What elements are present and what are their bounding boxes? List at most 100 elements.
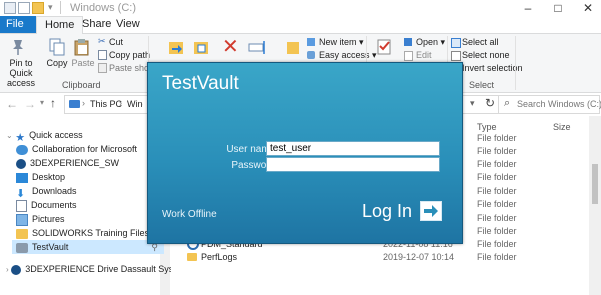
tab-file[interactable]: File [0, 16, 38, 33]
file-date: 2019-12-07 10:14 [383, 252, 455, 262]
nav-label: Documents [31, 200, 77, 210]
copy-to-icon[interactable] [193, 38, 209, 56]
delete-icon[interactable]: ✕ [222, 37, 239, 57]
easy-access-button[interactable]: Easy access ▾ [319, 50, 377, 60]
paste-shortcut-icon [98, 63, 107, 73]
invert-selection-button[interactable]: Invert selection [462, 63, 523, 73]
select-all-button[interactable]: Select all [462, 37, 499, 47]
nav-label: Collaboration for Microsoft [32, 144, 138, 154]
chevron-down-icon[interactable]: ▾ [470, 98, 475, 109]
minimize-button[interactable]: – [516, 0, 540, 16]
column-header-size[interactable]: Size [553, 122, 571, 132]
password-input[interactable] [266, 157, 440, 172]
login-label: Log In [362, 201, 413, 221]
cut-icon: ✂ [98, 36, 106, 46]
rename-icon[interactable] [248, 38, 268, 56]
nav-label: Desktop [32, 172, 66, 182]
nav-item-3dexperience-sw[interactable]: 3DEXPERIENCE_SW [16, 156, 119, 170]
type-cell: File folder [477, 133, 517, 143]
file-name[interactable]: PerfLogs [201, 252, 237, 262]
username-input[interactable]: test_user [266, 141, 440, 156]
select-group-label: Select [469, 80, 495, 90]
copy-button[interactable]: Copy [44, 58, 70, 68]
chevron-right-icon: › [82, 98, 85, 108]
divider [515, 36, 516, 90]
column-header-type[interactable]: Type [477, 122, 497, 132]
close-button[interactable]: ✕ [576, 0, 600, 16]
maximize-button[interactable]: □ [546, 0, 570, 16]
type-cell: File folder [477, 159, 517, 169]
nav-label: Downloads [32, 186, 77, 196]
ribbon-tabs: File Home Share View [0, 16, 601, 34]
chevron-down-icon[interactable]: ▾ [40, 98, 44, 107]
paste-button[interactable]: Paste [70, 58, 96, 68]
breadcrumb-this-pc[interactable]: This PC [90, 99, 122, 109]
paste-shortcut-button[interactable]: Paste shortcut [109, 63, 147, 73]
navigation-pane: ⌄ ★ Quick access Collaboration for Micros… [0, 116, 198, 295]
nav-label: Pictures [32, 214, 65, 224]
edit-button[interactable]: Edit [416, 50, 432, 60]
download-icon: ⬇ [16, 187, 26, 200]
properties-icon[interactable] [376, 38, 392, 56]
chevron-down-icon[interactable]: ⌄ [6, 131, 13, 140]
work-offline-link[interactable]: Work Offline [162, 209, 217, 220]
picture-icon [16, 213, 28, 226]
new-folder-icon[interactable] [32, 2, 44, 14]
pin-icon [8, 38, 28, 56]
nav-item-solidworks-training[interactable]: SOLIDWORKS Training Files [16, 226, 149, 240]
nav-item-3dexperience-drive[interactable]: › 3DEXPERIENCE Drive Dassault Systèmes [6, 262, 198, 276]
back-icon[interactable]: ← [6, 97, 18, 111]
open-button[interactable]: Open ▾ [416, 37, 445, 47]
paste-icon [73, 38, 91, 56]
nav-item-testvault[interactable]: TestVault ⚲ [12, 240, 164, 254]
vault-icon [16, 242, 28, 253]
refresh-icon[interactable]: ↻ [485, 96, 495, 110]
properties-icon[interactable] [18, 2, 30, 14]
tab-view[interactable]: View [108, 16, 148, 33]
copy-icon [48, 38, 66, 56]
type-cell: File folder [477, 213, 517, 223]
select-none-button[interactable]: Select none [462, 50, 510, 60]
nav-label: SOLIDWORKS Training Files [32, 228, 150, 238]
copy-path-button[interactable]: Copy path [109, 50, 150, 60]
open-icon [404, 38, 412, 46]
this-pc-icon [69, 100, 80, 108]
clipboard-group-label: Clipboard [62, 80, 101, 90]
breadcrumb-windows[interactable]: Windows (C:) [127, 99, 143, 109]
folder-icon [187, 253, 197, 261]
divider [60, 1, 61, 14]
nav-item-collaboration[interactable]: Collaboration for Microsoft [16, 142, 137, 156]
type-cell: File folder [477, 239, 517, 249]
vertical-scrollbar[interactable] [589, 116, 601, 295]
edit-icon [404, 51, 413, 61]
nav-item-quick-access[interactable]: ⌄ ★ Quick access [6, 128, 83, 144]
pin-to-quick-access-button[interactable]: Pin to Quick access [0, 58, 42, 88]
search-input[interactable]: ⌕ Search Windows (C:) [498, 95, 601, 114]
new-item-button[interactable]: New item ▾ [319, 37, 364, 47]
forward-icon[interactable]: → [24, 97, 36, 111]
new-folder-icon[interactable] [286, 38, 300, 56]
login-button[interactable]: Log In [362, 199, 458, 225]
title-bar: ▾ Windows (C:) – □ ✕ [0, 0, 601, 16]
move-to-icon[interactable] [168, 38, 184, 56]
nav-item-pictures[interactable]: Pictures [16, 212, 65, 226]
folder-icon [4, 2, 16, 14]
cloud-icon [16, 144, 28, 155]
folder-icon [16, 228, 28, 239]
nav-item-downloads[interactable]: ⬇ Downloads [16, 184, 77, 200]
nav-label: Quick access [29, 130, 83, 140]
search-icon: ⌕ [504, 97, 511, 109]
desktop-icon [16, 172, 28, 183]
up-icon[interactable]: ↑ [50, 96, 56, 110]
search-placeholder: Search Windows (C:) [517, 99, 601, 109]
dialog-title: TestVault [162, 73, 239, 94]
cut-button[interactable]: Cut [109, 37, 123, 47]
window-title: Windows (C:) [70, 2, 137, 14]
login-dialog: TestVault User name: test_user Password:… [147, 62, 463, 244]
nav-item-desktop[interactable]: Desktop [16, 170, 65, 184]
nav-item-documents[interactable]: Documents [16, 198, 77, 212]
new-item-icon [307, 38, 315, 46]
scrollbar-thumb[interactable] [592, 164, 598, 204]
chevron-right-icon[interactable]: › [6, 265, 9, 274]
chevron-down-icon[interactable]: ▾ [48, 2, 53, 13]
